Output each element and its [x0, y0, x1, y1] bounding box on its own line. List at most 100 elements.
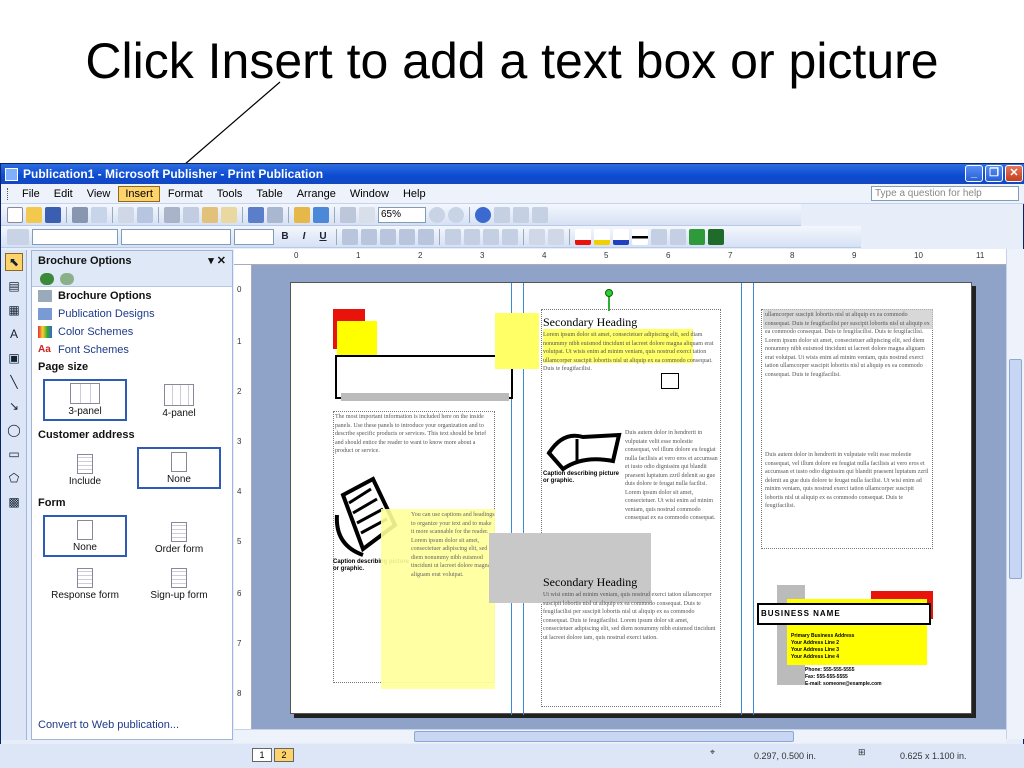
numbering-icon[interactable]	[445, 228, 461, 245]
address-line-3[interactable]: Your Address Line 3	[791, 647, 921, 654]
option-4-panel[interactable]: 4-panel	[137, 379, 221, 421]
bold-button[interactable]: B	[277, 231, 293, 242]
brochure-page[interactable]: The most important information is includ…	[290, 282, 972, 715]
contact-email[interactable]: E-mail: someone@example.com	[805, 681, 925, 688]
option-address-none[interactable]: None	[137, 447, 221, 489]
arrow-icon[interactable]: ↘	[5, 397, 23, 415]
vertical-ruler[interactable]: 0 1 2 3 4 5 6 7 8	[234, 265, 252, 729]
zoom-dropdown[interactable]: 65%	[378, 206, 426, 223]
option-sign-up-form[interactable]: Sign-up form	[137, 561, 221, 603]
ask-question-input[interactable]: Type a question for help	[871, 186, 1019, 201]
text-box-icon[interactable]: ▤	[5, 277, 23, 295]
line-spacing-icon[interactable]	[418, 228, 434, 245]
business-name[interactable]: BUSINESS NAME	[761, 610, 841, 618]
minimize-button[interactable]: _	[965, 165, 983, 182]
mail-icon[interactable]	[532, 206, 548, 223]
wordart-icon[interactable]: A	[5, 325, 23, 343]
page-1-tab[interactable]: 1	[252, 748, 272, 762]
option-order-form[interactable]: Order form	[137, 515, 221, 557]
column3-text[interactable]: ullamcorper suscipit lobortis nisl ut al…	[765, 311, 931, 441]
spelling-icon[interactable]	[118, 206, 134, 223]
oval-icon[interactable]: ◯	[5, 421, 23, 439]
line-style-icon[interactable]	[632, 228, 648, 245]
contact-fax[interactable]: Fax: 555-555-5555	[805, 674, 925, 681]
taskpane-close-icon[interactable]: ▾ ✕	[208, 254, 226, 267]
caption-2[interactable]: Caption describing picture or graphic.	[543, 471, 623, 485]
shadow-style-icon[interactable]	[689, 228, 705, 245]
research-icon[interactable]	[137, 206, 153, 223]
web-icon[interactable]	[513, 206, 529, 223]
format-painter-icon[interactable]	[221, 206, 237, 223]
font-size-dropdown[interactable]	[234, 228, 274, 245]
font-color-icon[interactable]	[613, 228, 629, 245]
column2-lower-text[interactable]: Ut wisi enim ad minim veniam, quis nostr…	[543, 591, 719, 691]
address-line-4[interactable]: Your Address Line 4	[791, 654, 921, 661]
style-dropdown[interactable]	[32, 228, 118, 245]
contact-phone[interactable]: Phone: 555-555-5555	[805, 667, 925, 674]
column1-body-text[interactable]: You can use captions and headings to org…	[411, 511, 495, 621]
columns-icon[interactable]	[340, 206, 356, 223]
print-icon[interactable]	[72, 206, 88, 223]
horizontal-ruler[interactable]: 0 1 2 3 4 5 6 7 8 9 10 11	[234, 249, 1024, 265]
style-icon[interactable]	[7, 228, 29, 245]
book-clipart[interactable]	[543, 425, 623, 475]
align-center-icon[interactable]	[361, 228, 377, 245]
address-line-2[interactable]: Your Address Line 2	[791, 640, 921, 647]
decrease-font-icon[interactable]	[529, 228, 545, 245]
menu-file[interactable]: File	[16, 187, 46, 201]
publisher-app-icon[interactable]	[5, 167, 18, 181]
menu-table[interactable]: Table	[250, 187, 288, 201]
column3-body-text[interactable]: Duis autem dolor in hendrerit in vulputa…	[765, 451, 931, 547]
copy-icon[interactable]	[183, 206, 199, 223]
title-bar[interactable]: Publication1 - Microsoft Publisher - Pri…	[1, 164, 1024, 184]
menu-format[interactable]: Format	[162, 187, 209, 201]
link-font-schemes[interactable]: Aa Font Schemes	[32, 341, 232, 359]
option-response-form[interactable]: Response form	[43, 561, 127, 603]
option-form-none[interactable]: None	[43, 515, 127, 557]
option-3-panel[interactable]: 3-panel	[43, 379, 127, 421]
line-icon[interactable]: ╲	[5, 373, 23, 391]
increase-font-icon[interactable]	[548, 228, 564, 245]
save-icon[interactable]	[45, 206, 61, 223]
menu-help[interactable]: Help	[397, 187, 432, 201]
decrease-indent-icon[interactable]	[483, 228, 499, 245]
restore-button[interactable]: ❐	[985, 165, 1003, 182]
secondary-heading-1[interactable]: Secondary Heading	[543, 315, 637, 330]
yellow-shape-selected[interactable]	[495, 313, 539, 369]
autoshapes-icon[interactable]: ⬠	[5, 469, 23, 487]
column1-intro-text[interactable]: The most important information is includ…	[335, 413, 493, 471]
undo-icon[interactable]	[248, 206, 264, 223]
bring-to-front-icon[interactable]	[294, 206, 310, 223]
3d-style-icon[interactable]	[708, 228, 724, 245]
rotate-handle-knob[interactable]	[605, 289, 613, 297]
menu-grip[interactable]	[7, 187, 10, 200]
menu-window[interactable]: Window	[344, 187, 395, 201]
horizontal-scroll-thumb[interactable]	[414, 731, 794, 742]
increase-indent-icon[interactable]	[502, 228, 518, 245]
convert-to-web-link[interactable]: Convert to Web publication...	[38, 719, 179, 731]
page-2-tab[interactable]: 2	[274, 748, 294, 762]
justify-icon[interactable]	[399, 228, 415, 245]
redo-icon[interactable]	[267, 206, 283, 223]
close-button[interactable]: ✕	[1005, 165, 1023, 182]
align-left-icon[interactable]	[342, 228, 358, 245]
design-gallery-icon[interactable]: ▩	[5, 493, 23, 511]
new-icon[interactable]	[7, 206, 23, 223]
cut-icon[interactable]	[164, 206, 180, 223]
hyperlink-icon[interactable]	[494, 206, 510, 223]
zoom-out-icon[interactable]	[429, 206, 445, 223]
column2-intro-text[interactable]: Lorem ipsum dolor sit amet, consectetuer…	[543, 331, 717, 405]
link-brochure-options[interactable]: Brochure Options	[32, 287, 232, 305]
fill-color-icon[interactable]	[575, 228, 591, 245]
open-icon[interactable]	[26, 206, 42, 223]
link-publication-designs[interactable]: Publication Designs	[32, 305, 232, 323]
menu-edit[interactable]: Edit	[48, 187, 79, 201]
option-include[interactable]: Include	[43, 447, 127, 489]
help-icon[interactable]	[475, 206, 491, 223]
font-dropdown[interactable]	[121, 228, 231, 245]
picture-frame-icon[interactable]: ▣	[5, 349, 23, 367]
align-right-icon[interactable]	[380, 228, 396, 245]
dash-style-icon[interactable]	[651, 228, 667, 245]
vertical-scrollbar[interactable]	[1006, 249, 1024, 739]
select-pointer-icon[interactable]: ⬉	[5, 253, 23, 271]
